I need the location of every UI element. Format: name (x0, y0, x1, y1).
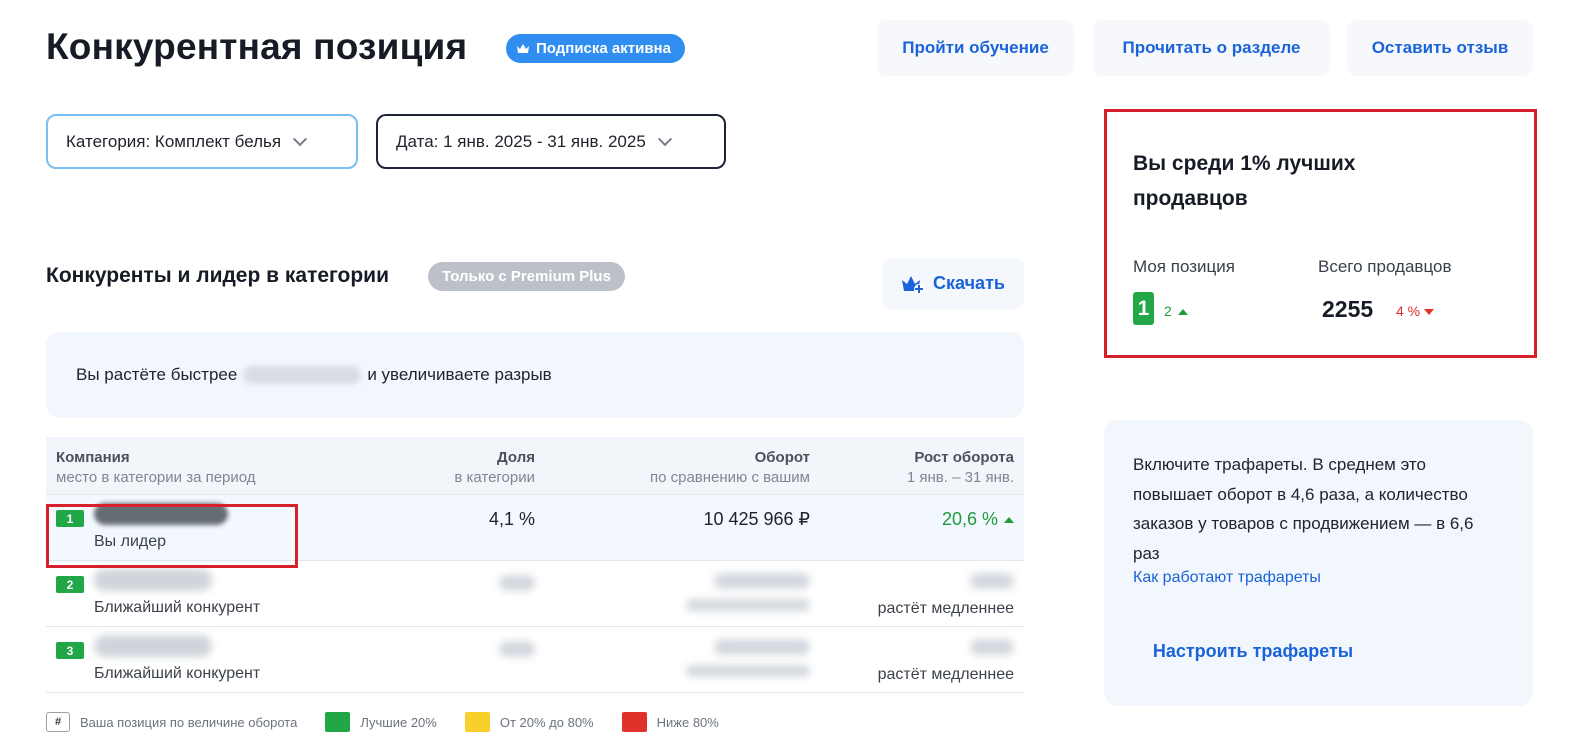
page-title: Конкурентная позиция (46, 26, 468, 67)
column-title: Оборот (754, 449, 810, 466)
column-turnover: Оборот по сравнению с вашим (650, 448, 810, 488)
legend-low: Ниже 80% (621, 712, 719, 732)
arrow-up-icon (1177, 309, 1188, 316)
column-subtitle: место в категории за период (56, 469, 256, 486)
column-growth: Рост оборота 1 янв. – 31 янв. (907, 448, 1014, 488)
subscription-badge: Подписка активна (506, 34, 685, 63)
chevron-down-icon (293, 131, 308, 146)
my-position-label: Моя позиция (1133, 257, 1235, 276)
legend-swatch-green (325, 712, 351, 732)
legend: # Ваша позиция по величине оборота Лучши… (46, 712, 747, 732)
growth-value-text: 20,6 % (941, 509, 998, 529)
arrow-up-icon (1004, 517, 1014, 524)
legend-swatch-red (621, 712, 647, 732)
crown-download-icon (902, 275, 925, 294)
rank-badge: 2 (56, 576, 84, 593)
legend-swatch-yellow (464, 712, 490, 732)
table-header: Компания место в категории за период Дол… (46, 437, 1024, 495)
table-row[interactable]: 3 Ближайший конкурент растёт медленнее (46, 627, 1024, 693)
download-label: Скачать (933, 273, 1005, 293)
legend-mid: От 20% до 80% (464, 712, 594, 732)
legend-label: От 20% до 80% (499, 714, 594, 730)
rank-badge: 3 (56, 642, 84, 659)
premium-badge: Только с Premium Plus (428, 262, 625, 291)
total-sellers-label: Всего продавцов (1318, 257, 1452, 276)
blurred-turnover (714, 573, 810, 589)
blurred-share (499, 641, 535, 657)
column-subtitle: 1 янв. – 31 янв. (906, 469, 1014, 486)
growth-value: 20,6 % (942, 509, 1014, 530)
column-company: Компания место в категории за период (56, 448, 256, 488)
blurred-share (499, 575, 535, 591)
row-subtitle: Ближайший конкурент (94, 665, 261, 682)
column-title: Компания (56, 449, 130, 466)
blurred-company-name (94, 635, 212, 657)
total-delta: 4 % (1396, 303, 1435, 319)
insight-text-start: Вы растёте быстрее (76, 365, 238, 384)
chevron-down-icon (657, 131, 672, 146)
read-about-button[interactable]: Прочитать о разделе (1093, 20, 1330, 76)
growth-note: растёт медленнее (877, 600, 1014, 617)
subscription-badge-label: Подписка активна (536, 40, 671, 57)
promo-link[interactable]: Как работают трафареты (1133, 569, 1321, 587)
total-delta-value: 4 % (1396, 303, 1421, 319)
blurred-turnover-compare (686, 599, 810, 611)
total-sellers-value: 2255 (1322, 296, 1374, 322)
legend-label: Ниже 80% (656, 714, 719, 730)
share-value: 4,1 % (488, 509, 535, 529)
position-delta-value: 2 (1164, 303, 1172, 319)
arrow-down-icon (1424, 309, 1435, 316)
insight-text-end: и увеличиваете разрыв (367, 365, 552, 384)
column-title: Доля (497, 449, 535, 466)
column-title: Рост оборота (914, 449, 1014, 466)
crown-icon (517, 44, 529, 53)
blurred-turnover-compare (686, 665, 810, 677)
section-title: Конкуренты и лидер в категории (46, 264, 389, 287)
my-position-badge: 1 (1133, 292, 1154, 325)
training-button[interactable]: Пройти обучение (877, 20, 1074, 76)
hash-icon: # (46, 712, 70, 732)
legend-label: Лучшие 20% (360, 714, 437, 730)
date-filter-label: Дата: 1 янв. 2025 - 31 янв. 2025 (396, 131, 646, 151)
download-button[interactable]: Скачать (882, 258, 1024, 309)
seller-card-title: Вы среди 1% лучших продавцов (1133, 152, 1356, 210)
blurred-competitor-name (243, 366, 362, 384)
blurred-growth (970, 573, 1014, 589)
legend-position: # Ваша позиция по величине оборота (46, 712, 297, 732)
table-row[interactable]: 2 Ближайший конкурент растёт медленнее (46, 561, 1024, 627)
blurred-turnover (714, 639, 810, 655)
column-subtitle: по сравнению с вашим (649, 469, 810, 486)
legend-top: Лучшие 20% (325, 712, 437, 732)
blurred-growth (970, 639, 1014, 655)
column-subtitle: в категории (454, 469, 535, 486)
insight-banner: Вы растёте быстрее и увеличиваете разрыв (46, 332, 1024, 418)
legend-label: Ваша позиция по величине оборота (80, 714, 298, 730)
turnover-value: 10 425 966 ₽ (703, 509, 810, 529)
highlight-box-leader (46, 504, 298, 568)
column-share: Доля в категории (454, 448, 535, 488)
category-filter[interactable]: Категория: Комплект белья (46, 114, 358, 169)
row-subtitle: Ближайший конкурент (94, 599, 261, 616)
feedback-button[interactable]: Оставить отзыв (1347, 20, 1533, 76)
promo-text: Включите трафареты. В среднем это повыша… (1133, 455, 1474, 563)
growth-note: растёт медленнее (877, 666, 1014, 683)
date-filter[interactable]: Дата: 1 янв. 2025 - 31 янв. 2025 (376, 114, 726, 169)
blurred-company-name (94, 569, 212, 591)
setup-templates-button[interactable]: Настроить трафареты (1122, 620, 1384, 682)
position-delta: 2 (1164, 303, 1188, 319)
category-filter-label: Категория: Комплект белья (66, 131, 282, 151)
